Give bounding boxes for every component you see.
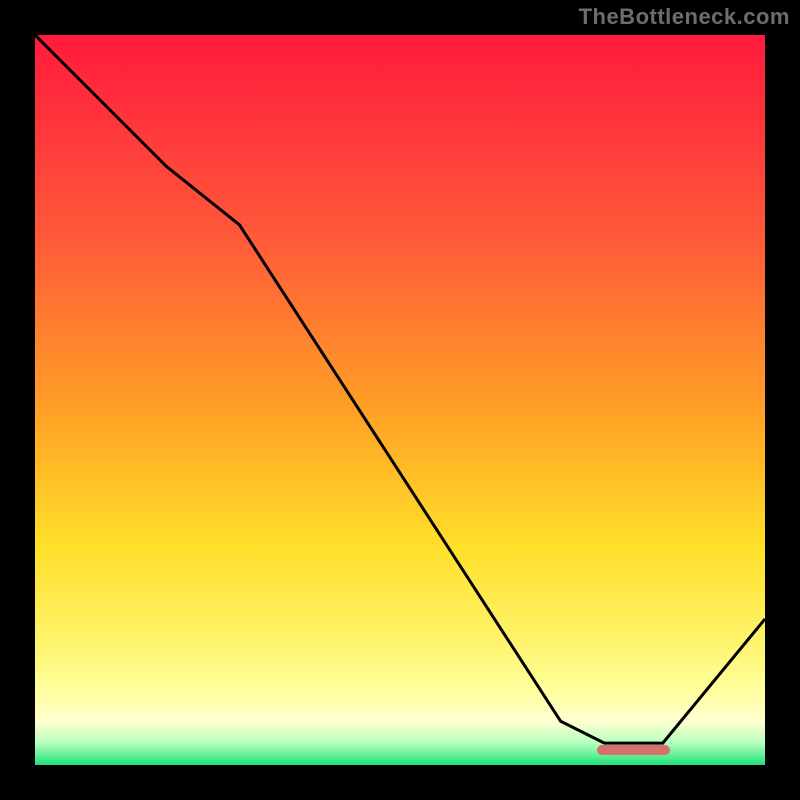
bottleneck-curve [35,35,765,765]
chart-stage: TheBottleneck.com [0,0,800,800]
optimum-marker [597,745,670,755]
plot-area [35,35,765,765]
watermark-text: TheBottleneck.com [579,4,790,30]
